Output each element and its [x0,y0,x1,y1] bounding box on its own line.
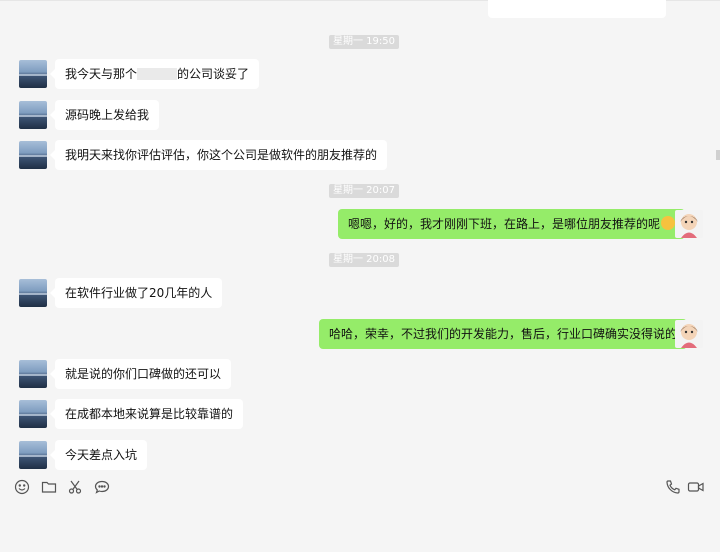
contact-avatar[interactable] [19,441,47,469]
message-bubble-received[interactable]: 在成都本地来说算是比较靠谱的 [49,399,244,429]
contact-avatar[interactable] [19,101,47,129]
message-text: 我明天来找你评估评估，你这个公司是做软件的朋友推荐的 [65,148,378,162]
user-avatar[interactable] [675,210,703,238]
scrollbar-thumb[interactable] [716,150,720,160]
cartoon-avatar-icon [680,324,698,348]
cartoon-avatar-icon [680,214,698,238]
message-bubble-received[interactable]: 就是说的你们口碑做的还可以 [49,359,232,389]
emoji-icon[interactable] [12,477,32,497]
timestamp: 星期一 19:50 [329,35,399,49]
message-text: 我今天与那个 [65,67,138,81]
message-text: 就是说的你们口碑做的还可以 [65,367,222,381]
message-bubble-sent[interactable]: 哈哈，荣幸，不过我们的开发能力，售后，行业口碑确实没得说的 [319,319,693,349]
message-bubble-received[interactable]: 我明天来找你评估评估，你这个公司是做软件的朋友推荐的 [49,140,388,170]
message-text: 的公司谈妥了 [177,67,250,81]
contact-avatar[interactable] [19,141,47,169]
video-icon[interactable] [686,477,706,497]
phone-icon[interactable] [663,477,683,497]
contact-avatar[interactable] [19,360,47,388]
message-text: 今天差点入坑 [65,448,138,462]
scissors-icon[interactable] [65,477,85,497]
message-bubble-received[interactable]: 源码晚上发给我 [49,100,160,130]
message-text: 在软件行业做了20几年的人 [65,286,213,300]
message-bubble-received[interactable]: 今天差点入坑 [49,440,148,470]
timestamp: 星期一 20:08 [329,253,399,267]
user-avatar[interactable] [675,320,703,348]
timestamp: 星期一 20:07 [329,184,399,198]
chat-icon[interactable] [92,477,112,497]
previous-message-bubble [488,0,666,18]
contact-avatar[interactable] [19,60,47,88]
message-text: 源码晚上发给我 [65,108,150,122]
contact-avatar[interactable] [19,400,47,428]
message-bubble-received[interactable]: 在软件行业做了20几年的人 [49,278,223,308]
redacted-text [137,68,178,80]
folder-icon[interactable] [39,477,59,497]
message-bubble-sent[interactable]: 嗯嗯，好的，我才刚刚下班，在路上，是哪位朋友推荐的呢 [338,209,691,239]
message-text: 在成都本地来说算是比较靠谱的 [65,407,234,421]
contact-avatar[interactable] [19,279,47,307]
message-text: 哈哈，荣幸，不过我们的开发能力，售后，行业口碑确实没得说的 [329,327,678,341]
message-bubble-received[interactable]: 我今天与那个 的公司谈妥了 [49,59,260,89]
grin-emoji-icon [661,216,676,230]
message-text: 嗯嗯，好的，我才刚刚下班，在路上，是哪位朋友推荐的呢 [348,217,661,231]
